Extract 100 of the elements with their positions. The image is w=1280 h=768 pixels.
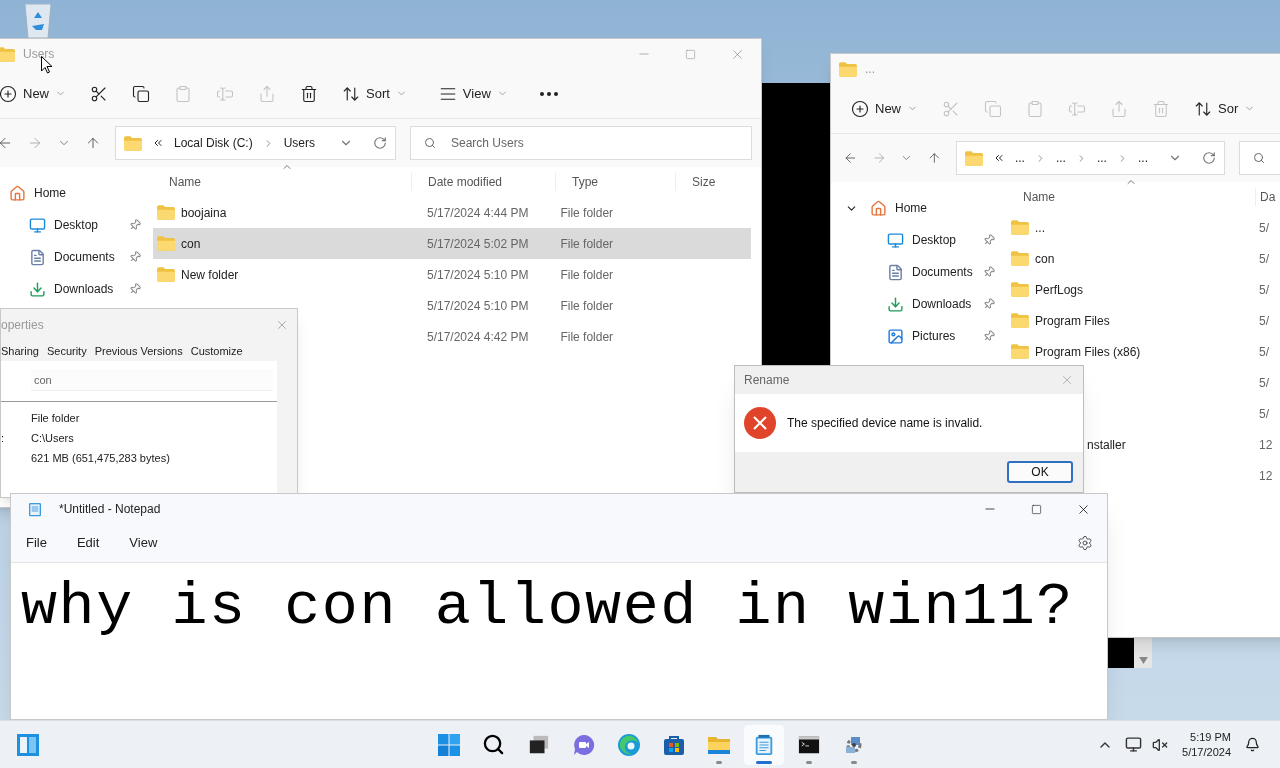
menu-item[interactable]: File [11,528,62,558]
folder-icon [1011,220,1029,235]
desktop-icon [887,231,904,249]
scroll-down-icon[interactable] [1138,657,1148,664]
sidebar-item[interactable]: Downloads [867,288,1007,320]
breadcrumb[interactable]: Local Disk (C:) [174,134,253,152]
file-name: PerfLogs [1035,281,1084,299]
home-icon [9,184,26,202]
file-name: boojaina [181,204,227,222]
folder-icon [1011,344,1029,359]
search-icon [1253,152,1265,164]
address-bar[interactable]: ... ... ... ... [955,141,1225,175]
address-bar[interactable]: Local Disk (C:) Users [115,126,396,160]
up-icon[interactable] [927,150,942,166]
more-icon [539,91,558,96]
sidebar-item[interactable]: Home [9,177,153,209]
dialog-title: Rename [744,372,790,389]
sort-button[interactable]: Sort [330,76,419,111]
column-header[interactable]: Date modified [411,173,555,191]
view-button[interactable]: View [426,76,520,111]
share-icon [258,84,276,103]
running-indicator [805,760,812,764]
maximize-icon[interactable] [685,48,696,60]
sidebar-item[interactable]: Documents [9,241,153,273]
search-icon [424,137,436,149]
column-header[interactable]: Name [1007,188,1255,206]
mouse-pointer-icon [41,56,53,74]
sidebar-item[interactable]: Desktop [9,209,153,241]
file-row[interactable]: Program Files (x86) 5/ [1007,336,1280,367]
paste-icon [1026,99,1044,118]
menu-item[interactable]: View [114,528,173,558]
window-title: Users [23,46,55,63]
file-row[interactable]: boojaina 5/17/2024 4:44 PM File folder [153,197,751,228]
new-button[interactable]: New [839,91,930,126]
breadcrumb[interactable]: ... [1096,149,1107,167]
file-row[interactable]: 5/17/2024 5:10 PM File folder [153,290,751,321]
notification-icon[interactable] [1245,737,1260,752]
breadcrumb[interactable]: Users [283,134,316,152]
type-cell-text: File folder [559,266,614,284]
dialog-tab[interactable]: Previous Versions [91,341,186,361]
dialog-tab[interactable]: Security [43,341,90,361]
volume-muted-icon[interactable] [1152,736,1169,753]
running-indicator [850,760,857,764]
plus-icon [0,84,17,103]
document-icon [887,263,904,281]
cut-icon [90,84,108,103]
dialog-tab[interactable]: Customize [187,341,246,361]
date-cell: 5/17/2024 5:10 PM [427,267,529,282]
sidebar-item[interactable]: Home [867,192,1007,224]
download-icon [29,280,46,298]
sidebar-item[interactable]: Desktop [867,224,1007,256]
date-cell: 5/17/2024 4:44 PM [427,205,529,220]
sidebar-item[interactable]: Pictures [867,320,1007,352]
back-icon[interactable] [0,135,13,151]
new-button[interactable]: New [0,76,78,111]
maximize-icon[interactable] [1031,503,1042,515]
ok-button[interactable]: OK [1007,461,1073,483]
running-indicator [715,760,722,764]
file-row[interactable]: PerfLogs 5/ [1007,274,1280,305]
clock-time[interactable]: 5:19 PM [1190,729,1231,745]
forward-icon[interactable] [27,135,43,151]
rename-icon [1068,99,1086,118]
date-cell: 5/ [1259,313,1269,328]
picture-icon [887,327,904,345]
breadcrumb[interactable]: ... [1137,149,1148,167]
date-cell: 5/ [1259,344,1269,359]
back-icon[interactable] [843,150,858,166]
folder-icon [0,46,15,62]
file-row[interactable]: con 5/17/2024 5:02 PM File folder [153,228,751,259]
network-icon[interactable] [1125,736,1143,753]
column-header[interactable]: Size [675,173,751,191]
settings-icon[interactable] [1077,535,1093,551]
column-header[interactable]: Da [1255,188,1280,206]
clock-date[interactable]: 5/17/2024 [1182,744,1231,760]
file-row[interactable]: Program Files 5/ [1007,305,1280,336]
breadcrumb[interactable]: ... [1014,149,1025,167]
refresh-icon[interactable] [373,136,387,150]
date-cell: 5/ [1259,406,1269,421]
paste-icon [174,84,192,103]
column-header[interactable]: Type [555,173,675,191]
file-row[interactable]: ... 5/ [1007,212,1280,243]
sort-button[interactable]: Sor [1182,91,1268,126]
trash-icon [1152,99,1170,118]
up-icon[interactable] [85,135,101,151]
menu-item[interactable]: Edit [61,528,115,558]
sidebar-item[interactable]: Documents [867,256,1007,288]
file-row[interactable]: con 5/ [1007,243,1280,274]
property-label: : [1,431,5,444]
date-cell: 5/17/2024 4:42 PM [427,329,529,344]
sidebar-item[interactable]: Downloads [9,273,153,305]
folder-icon [157,236,175,251]
file-row[interactable]: New folder 5/17/2024 5:10 PM File folder [153,259,751,290]
column-header[interactable]: Name [153,173,411,191]
refresh-icon[interactable] [1202,151,1216,165]
search-field[interactable]: Search Users [410,126,752,160]
file-name: New folder [181,266,239,284]
breadcrumb[interactable]: ... [1055,149,1066,167]
dialog-tab[interactable]: Sharing [1,341,42,361]
task-view-icon [527,733,550,756]
type-cell-text: File folder [559,328,614,346]
